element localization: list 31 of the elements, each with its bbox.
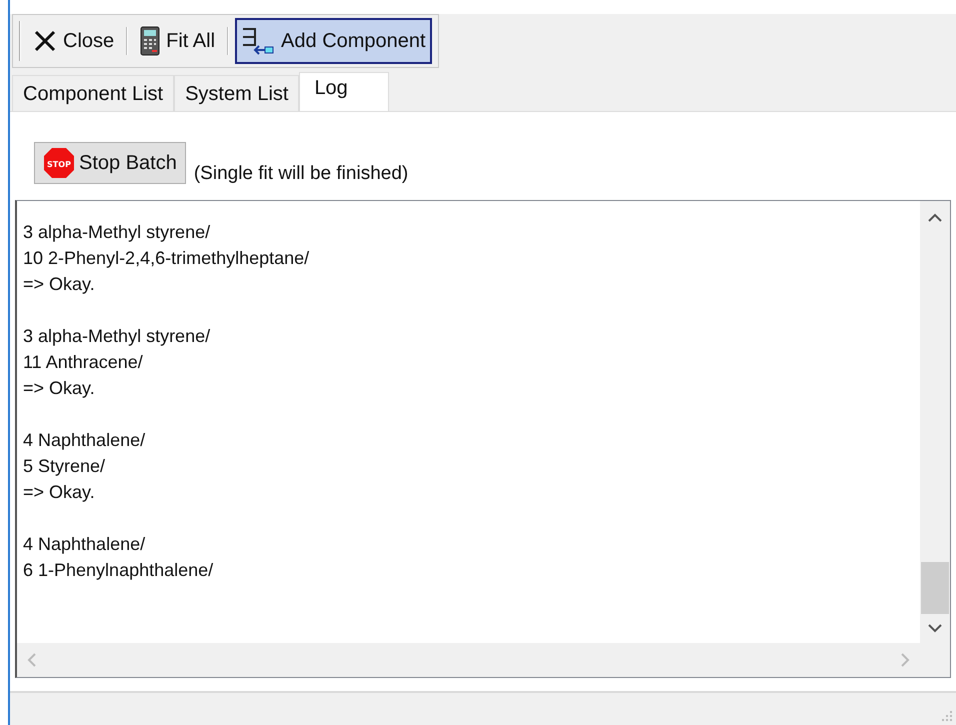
log-line: => Okay.: [23, 377, 95, 400]
log-line: 3 alpha-Methyl styrene/: [23, 221, 210, 244]
vertical-scrollbar[interactable]: [920, 201, 950, 643]
scroll-right-icon[interactable]: [901, 653, 910, 667]
resize-grip-icon[interactable]: [941, 710, 953, 722]
tab[interactable]: System List: [174, 75, 300, 111]
scroll-left-icon[interactable]: [27, 653, 36, 667]
log-line: => Okay.: [23, 481, 95, 504]
scroll-down-icon[interactable]: [928, 624, 942, 633]
scroll-up-icon[interactable]: [928, 213, 942, 222]
add-list-icon: [241, 26, 276, 56]
stop-note: (Single fit will be finished): [194, 162, 408, 186]
close-icon: [33, 29, 57, 53]
stop-sign-icon: STOP: [43, 147, 75, 179]
toolbar-button[interactable]: Add Component: [235, 18, 432, 64]
log-line: 5 Styrene/: [23, 455, 106, 478]
scroll-thumb[interactable]: [921, 562, 949, 614]
horizontal-scrollbar[interactable]: [17, 643, 920, 677]
calculator-icon: [140, 26, 160, 56]
log-line: 3 alpha-Methyl styrene/: [23, 325, 210, 348]
stop-batch-button[interactable]: STOP Stop Batch: [34, 142, 186, 184]
log-line: 4 Naphthalene/: [23, 429, 146, 452]
log-line: 4 Naphthalene/: [23, 533, 146, 556]
tab[interactable]: Component List: [12, 75, 174, 111]
log-line: => Okay.: [23, 273, 95, 296]
toolbar-button[interactable]: Fit All: [134, 18, 222, 64]
log-line: 10 2-Phenyl-2,4,6-trimethylheptane/: [23, 247, 310, 270]
tab[interactable]: Log: [299, 72, 390, 112]
log-line: 6 1-Phenylnaphthalene/: [23, 559, 214, 582]
toolbar-button[interactable]: Close: [27, 18, 120, 64]
log-line: 11 Anthracene/: [23, 351, 143, 374]
